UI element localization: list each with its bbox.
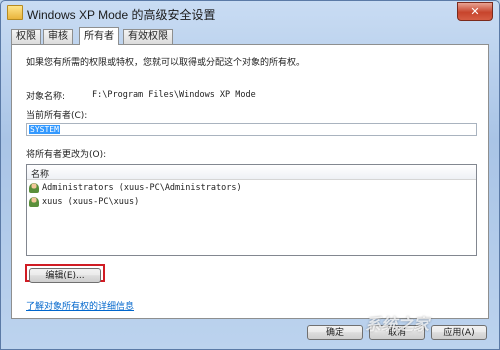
group-users-icon	[29, 182, 39, 193]
advanced-security-dialog: Windows XP Mode 的高级安全设置 ✕ 权限 审核 所有者 有效权限…	[0, 0, 500, 350]
list-item[interactable]: Administrators (xuus-PC\Administrators)	[29, 182, 242, 194]
change-owner-label: 将所有者更改为(O):	[26, 150, 107, 160]
learn-more-link[interactable]: 了解对象所有权的详细信息	[26, 299, 134, 312]
tab-permissions[interactable]: 权限	[11, 29, 41, 44]
current-owner-value: SYSTEM	[29, 125, 60, 134]
close-button[interactable]: ✕	[457, 2, 493, 21]
site-watermark: 系统之家	[365, 315, 430, 334]
window-title: Windows XP Mode 的高级安全设置	[27, 8, 216, 22]
object-name-label: 对象名称:	[26, 92, 66, 102]
owner-name: xuus (xuus-PC\xuus)	[42, 197, 140, 207]
ok-button[interactable]: 确定	[307, 325, 363, 340]
tab-auditing[interactable]: 审核	[43, 29, 73, 44]
owner-list[interactable]: 名称 Administrators (xuus-PC\Administrator…	[26, 164, 477, 256]
current-owner-field[interactable]: SYSTEM	[26, 123, 477, 136]
column-name-header: 名称	[31, 170, 50, 180]
tab-effective-permissions[interactable]: 有效权限	[123, 29, 173, 44]
owner-name: Administrators (xuus-PC\Administrators)	[42, 183, 242, 193]
list-header[interactable]: 名称	[27, 165, 476, 180]
tab-owner[interactable]: 所有者	[79, 27, 119, 45]
current-owner-label: 当前所有者(C):	[26, 111, 88, 121]
folder-icon	[7, 5, 23, 20]
edit-button[interactable]: 编辑(E)...	[29, 268, 101, 283]
intro-text: 如果您有所需的权限或特权，您就可以取得或分配这个对象的所有权。	[26, 58, 306, 68]
owner-panel: 如果您有所需的权限或特权，您就可以取得或分配这个对象的所有权。 对象名称: F:…	[11, 44, 489, 319]
object-name-value: F:\Program Files\Windows XP Mode	[92, 90, 256, 100]
list-item[interactable]: xuus (xuus-PC\xuus)	[29, 196, 139, 208]
user-icon	[29, 196, 39, 207]
title-bar[interactable]: Windows XP Mode 的高级安全设置 ✕	[1, 1, 499, 25]
